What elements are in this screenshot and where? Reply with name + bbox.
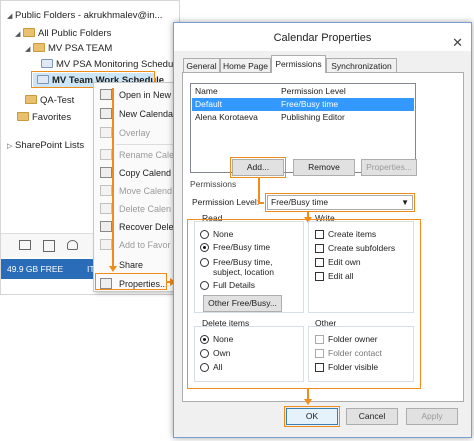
menu-item-share[interactable]: Share	[94, 256, 179, 274]
close-icon[interactable]: ✕	[452, 28, 463, 58]
menu-item-delete[interactable]: Delete Calen	[94, 200, 179, 218]
overlay-icon	[100, 127, 112, 138]
tree-item-all-public-folders[interactable]: ◢ All Public Folders	[15, 26, 111, 41]
calendar-nav-icon[interactable]	[43, 240, 55, 252]
collapse-icon[interactable]: ◢	[7, 9, 15, 24]
expand-arrow-icon[interactable]: ◢	[25, 42, 33, 57]
tab-general[interactable]: General	[183, 58, 220, 73]
storage-free-text: 49.9 GB FREE	[7, 264, 64, 274]
move-icon	[100, 185, 112, 196]
add-highlight-box	[230, 157, 286, 178]
folder-icon	[33, 43, 45, 52]
properties-highlight-box	[95, 273, 167, 290]
tree-item-mv-psa-team[interactable]: ◢ MV PSA TEAM	[25, 41, 112, 56]
menu-item-recover[interactable]: Recover Dele	[94, 218, 179, 236]
expand-arrow-icon[interactable]: ◢	[15, 27, 23, 42]
calendar-icon	[41, 59, 53, 68]
pane-header-text: Public Folders - akrukhmalev@in...	[15, 10, 163, 21]
recover-icon	[100, 221, 112, 232]
arrow-head-down	[303, 399, 312, 405]
menu-item-open-new[interactable]: Open in New	[94, 86, 179, 104]
arrow-add-to-level-h	[258, 202, 264, 204]
people-icon[interactable]	[67, 240, 78, 250]
menu-separator	[116, 144, 176, 145]
properties-button[interactable]: Properties...	[361, 159, 417, 176]
column-header-permission-level[interactable]: Permission Level	[281, 86, 346, 96]
dialog-title-bar: Calendar Properties ✕	[174, 23, 471, 51]
ok-highlight-box	[284, 406, 340, 427]
tree-item-favorites[interactable]: Favorites	[17, 110, 71, 125]
arrow-add-to-level	[258, 178, 260, 202]
navigation-bar	[1, 233, 101, 257]
menu-item-new-calendar[interactable]: New Calenda	[94, 105, 179, 123]
arrow-head-down	[108, 266, 117, 272]
menu-item-copy[interactable]: Copy Calend	[94, 164, 179, 182]
menu-item-move[interactable]: Move Calend	[94, 182, 179, 200]
folder-icon	[23, 28, 35, 37]
expand-arrow-icon[interactable]: ▷	[7, 139, 15, 154]
column-header-name[interactable]: Name	[195, 86, 218, 96]
open-window-icon	[100, 89, 112, 100]
mail-icon[interactable]	[19, 240, 31, 250]
favorites-icon	[100, 239, 112, 250]
remove-button[interactable]: Remove	[293, 159, 355, 176]
calendar-properties-dialog: Calendar Properties ✕ General Home Page …	[173, 22, 472, 438]
menu-item-add-favorites[interactable]: Add to Favor	[94, 236, 179, 254]
menu-item-overlay[interactable]: Overlay	[94, 124, 179, 142]
new-calendar-icon	[100, 108, 112, 119]
permission-level-label: Permission Level:	[192, 197, 260, 207]
tab-synchronization[interactable]: Synchronization	[326, 58, 397, 73]
pane-header: ◢ Public Folders - akrukhmalev@in...	[7, 8, 162, 23]
options-highlight-box	[187, 219, 421, 389]
apply-button[interactable]: Apply	[406, 408, 458, 425]
rename-icon	[100, 149, 112, 160]
dialog-title: Calendar Properties	[273, 32, 372, 44]
tree-item-mv-psa-monitoring-schedule[interactable]: MV PSA Monitoring Schedule	[41, 57, 181, 72]
level-highlight-box	[265, 193, 415, 212]
list-row-default[interactable]: Default Free/Busy time	[192, 98, 414, 111]
folder-icon	[17, 112, 29, 121]
delete-icon	[100, 203, 112, 214]
tab-permissions[interactable]: Permissions	[271, 55, 326, 73]
tree-item-qa-test[interactable]: QA-Test	[25, 93, 74, 108]
arrow-folder-to-properties	[112, 88, 114, 266]
folder-icon	[25, 95, 37, 104]
tree-item-sharepoint-lists[interactable]: ▷ SharePoint Lists	[7, 138, 84, 153]
cancel-button[interactable]: Cancel	[346, 408, 398, 425]
copy-icon	[100, 167, 112, 178]
tab-home-page[interactable]: Home Page	[220, 58, 271, 73]
list-row-alena-korotaeva[interactable]: Alena Korotaeva Publishing Editor	[192, 111, 414, 124]
permissions-group-label: Permissions	[190, 179, 237, 189]
context-menu: Open in New New Calenda Overlay Rename C…	[93, 82, 178, 292]
menu-item-rename[interactable]: Rename Cale	[94, 146, 179, 164]
